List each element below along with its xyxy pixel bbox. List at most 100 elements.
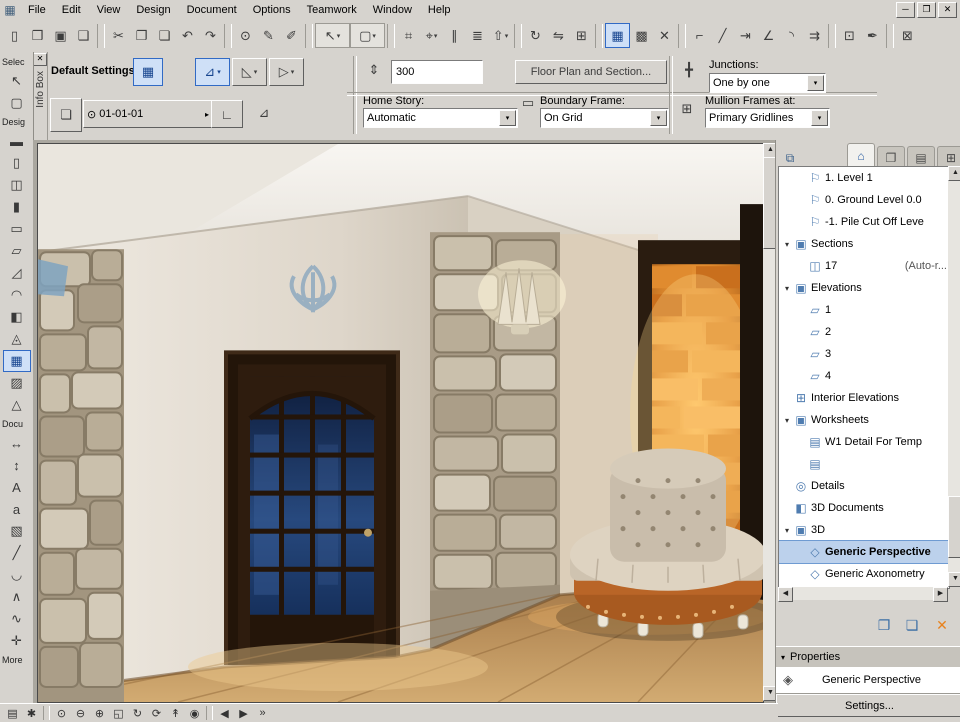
morph-tool[interactable]: ◬ — [0, 328, 33, 350]
scrollbar-thumb[interactable] — [948, 496, 960, 558]
story-ground-level[interactable]: ⚐ 0. Ground Level 0.0 — [779, 189, 949, 211]
redo-button[interactable]: ↷ — [199, 24, 222, 47]
minimize-button[interactable]: ─ — [896, 2, 915, 18]
copy-button[interactable]: ❐ — [130, 24, 153, 47]
restore-button[interactable]: ❐ — [917, 2, 936, 18]
scroll-up-icon[interactable]: ▲ — [948, 166, 960, 181]
three-d-folder[interactable]: ▾ ▣ 3D — [779, 519, 949, 541]
elevation-3[interactable]: ▱ 3 — [779, 343, 949, 365]
boundary-frame-select[interactable]: On Grid ▾ — [540, 108, 669, 128]
section-17[interactable]: ◫ 17 (Auto-r... — [779, 255, 949, 277]
inject-parameters-button[interactable]: ✐ — [280, 24, 303, 47]
worksheet-untitled[interactable]: ▤ — [779, 453, 949, 475]
zoom-button[interactable]: ⊙ — [234, 24, 257, 47]
hotspot-tool[interactable]: ✛ — [0, 630, 33, 652]
label-tool[interactable]: a — [0, 498, 33, 520]
settings-button[interactable]: Settings... — [776, 694, 960, 717]
roof-tool[interactable]: ◿ — [0, 262, 33, 284]
mesh-tool[interactable]: △ — [0, 394, 33, 416]
elevation-4[interactable]: ▱ 4 — [779, 365, 949, 387]
door-tool[interactable]: ▯ — [0, 152, 33, 174]
polyline-tool[interactable]: ∧ — [0, 586, 33, 608]
arrow-tool-button[interactable]: ↖▾ — [315, 23, 350, 48]
tree-vertical-scrollbar[interactable]: ▲ ▼ — [948, 166, 960, 587]
layer-select[interactable]: ⊙ 01-01-01 ▸ — [83, 100, 213, 128]
menu-window[interactable]: Window — [365, 2, 420, 18]
gravity-button[interactable]: ⌖▾ — [420, 24, 443, 47]
details[interactable]: ◎ Details — [779, 475, 949, 497]
measure-button[interactable]: ⊡ — [838, 24, 861, 47]
more-options-button[interactable]: » — [253, 706, 272, 721]
active-tool-indicator[interactable]: ▦ — [605, 23, 630, 48]
layers-quick-button[interactable]: ≣ — [466, 24, 489, 47]
info-box-close-icon[interactable]: ✕ — [33, 53, 47, 66]
menu-design[interactable]: Design — [128, 2, 178, 18]
properties-section-header[interactable]: ▾ Properties — [776, 646, 960, 668]
rotate-view-button[interactable]: ↻ — [128, 706, 147, 721]
paste-button[interactable]: ❏ — [153, 24, 176, 47]
delete-element-button[interactable]: ✕ — [653, 24, 676, 47]
cw-geometry-chained-button[interactable]: ◺▾ — [232, 58, 267, 86]
look-to-button[interactable]: ◉ — [185, 706, 204, 721]
trim-button[interactable]: ⌐ — [688, 24, 711, 47]
intersect-button[interactable]: ∠ — [757, 24, 780, 47]
corner-method-button[interactable]: ∟ — [211, 100, 243, 128]
new-file-button[interactable]: ▯ — [3, 24, 26, 47]
explore-model-button[interactable]: ↟ — [166, 706, 185, 721]
junctions-select[interactable]: One by one ▾ — [709, 73, 826, 93]
elevation-1[interactable]: ▱ 1 — [779, 299, 949, 321]
skylight-tool[interactable]: ◧ — [0, 306, 33, 328]
close-button[interactable]: ✕ — [938, 2, 957, 18]
story-level-1[interactable]: ⚐ 1. Level 1 — [779, 167, 949, 189]
level-dimension-tool[interactable]: ↕ — [0, 454, 33, 476]
arc-tool[interactable]: ◡ — [0, 564, 33, 586]
mirror-button[interactable]: ⇋ — [547, 24, 570, 47]
info-box-tab[interactable]: ✕ Info Box — [33, 52, 48, 140]
viewport-3d-render[interactable] — [37, 143, 764, 703]
orbit-button[interactable]: ⟳ — [147, 706, 166, 721]
rotate-button[interactable]: ↻ — [524, 24, 547, 47]
open-file-button[interactable]: ❒ — [26, 24, 49, 47]
menu-options[interactable]: Options — [245, 2, 299, 18]
height-input[interactable] — [391, 60, 483, 84]
arrow-tool[interactable]: ↖ — [0, 70, 33, 92]
dropdown-icon[interactable]: ▾ — [811, 110, 828, 126]
split-button[interactable]: ╱ — [711, 24, 734, 47]
layer-flyout-icon[interactable]: ▸ — [205, 110, 209, 119]
menu-help[interactable]: Help — [420, 2, 459, 18]
adjust-button[interactable]: ⇥ — [734, 24, 757, 47]
previous-view-button[interactable]: ◀ — [215, 706, 234, 721]
zone-tool[interactable]: ▨ — [0, 372, 33, 394]
clone-folder-button[interactable]: ❏ — [900, 614, 924, 636]
print-button[interactable]: ❑ — [72, 24, 95, 47]
pickup-parameters-button[interactable]: ✎ — [257, 24, 280, 47]
delete-viewpoint-button[interactable]: ✕ — [930, 614, 954, 636]
generic-axonometry-item[interactable]: ◇ Generic Axonometry — [779, 563, 949, 585]
curtain-wall-tool[interactable]: ▦ — [0, 350, 33, 372]
zoom-menu-button[interactable]: ⊙ — [52, 706, 71, 721]
floor-plan-and-section-button[interactable]: Floor Plan and Section... — [515, 60, 667, 84]
dropdown-icon[interactable]: ▾ — [499, 110, 516, 126]
layer-visibility-icon[interactable]: ⊙ — [87, 108, 96, 121]
renovation-filter-button[interactable]: ▩ — [630, 24, 653, 47]
up-one-story-button[interactable]: ⇧▾ — [489, 24, 512, 47]
interior-elevations[interactable]: ⊞ Interior Elevations — [779, 387, 949, 409]
wall-tool[interactable]: ▬ — [0, 130, 33, 152]
cw-geometry-box-button[interactable]: ▷▾ — [269, 58, 304, 86]
slab-tool[interactable]: ▱ — [0, 240, 33, 262]
worksheets-folder[interactable]: ▾ ▣ Worksheets — [779, 409, 949, 431]
new-viewpoint-button[interactable]: ❐ — [872, 614, 896, 636]
markup-button[interactable]: ✒ — [861, 24, 884, 47]
project-map-tab[interactable]: ⌂ — [847, 143, 875, 168]
zoom-out-button[interactable]: ⊖ — [71, 706, 90, 721]
three-d-documents[interactable]: ◧ 3D Documents — [779, 497, 949, 519]
menu-teamwork[interactable]: Teamwork — [299, 2, 365, 18]
guide-lines-button[interactable]: ∥ — [443, 24, 466, 47]
window-tool[interactable]: ◫ — [0, 174, 33, 196]
menu-view[interactable]: View — [89, 2, 129, 18]
zoom-in-button[interactable]: ⊕ — [90, 706, 109, 721]
beam-tool[interactable]: ▭ — [0, 218, 33, 240]
shell-tool[interactable]: ◠ — [0, 284, 33, 306]
multiply-button[interactable]: ⊞ — [570, 24, 593, 47]
spline-tool[interactable]: ∿ — [0, 608, 33, 630]
